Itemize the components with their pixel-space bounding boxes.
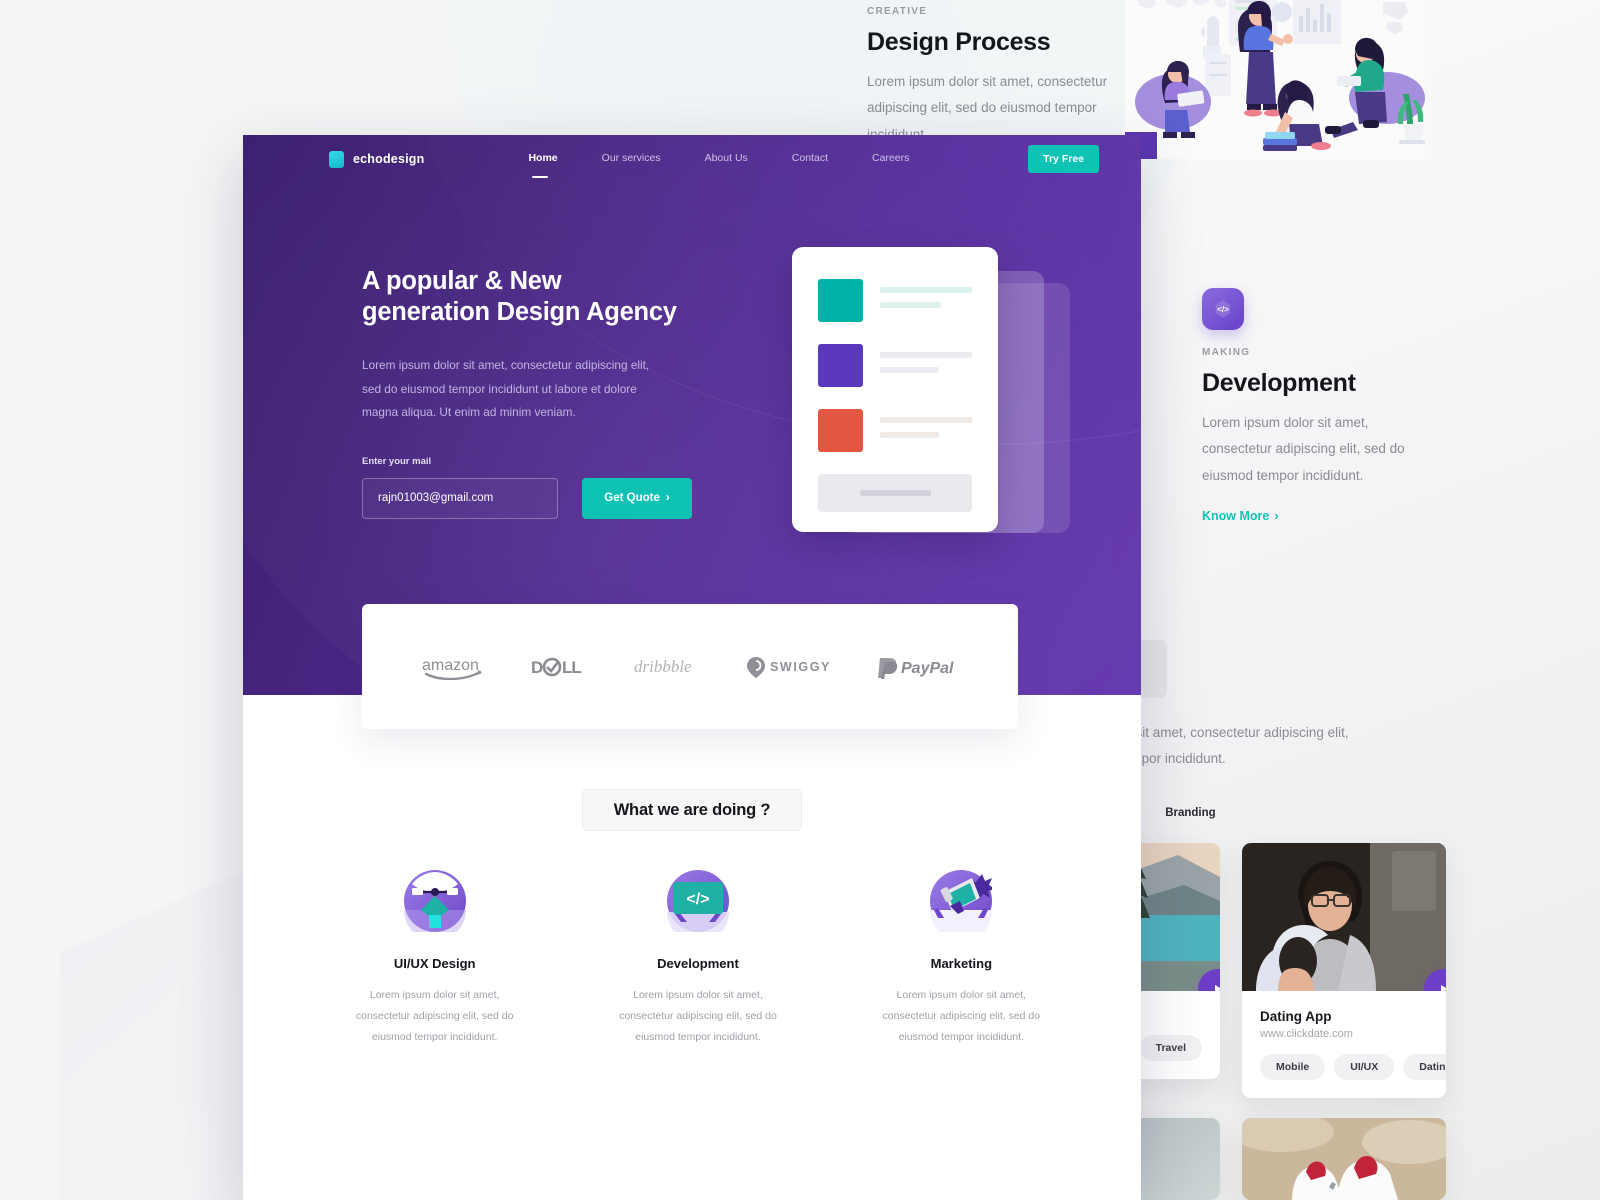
hero-card-swatch-teal <box>818 279 863 322</box>
hero-card-row <box>818 344 972 387</box>
mail-form: Get Quote › <box>362 477 692 519</box>
service-card-marketing[interactable]: Marketing Lorem ipsum dolor sit amet, co… <box>830 870 1093 1048</box>
hero-card-footer-bar <box>818 474 972 512</box>
logo-paypal: PayPal <box>876 655 960 679</box>
service-body: Lorem ipsum dolor sit amet, consectetur … <box>619 989 777 1043</box>
code-icon: </> <box>1202 288 1244 330</box>
foreground-page: echodesign Home Our services About Us Co… <box>243 135 1141 1200</box>
hero-copy: A popular & New generation Design Agency… <box>362 266 692 519</box>
development-block: </> MAKING Development Lorem ipsum dolor… <box>1202 288 1442 523</box>
nav-item-home[interactable]: Home <box>528 152 558 178</box>
project-url: www.clickdate.com <box>1260 1028 1353 1040</box>
service-body: Lorem ipsum dolor sit amet, consectetur … <box>882 989 1041 1043</box>
development-body: Lorem ipsum dolor sit amet, consectetur … <box>1202 415 1405 483</box>
project-photo-dating-app <box>1242 843 1446 991</box>
hero-card-row <box>818 279 972 322</box>
project-card-sneakers[interactable] <box>1242 1118 1446 1200</box>
service-title: Marketing <box>930 956 993 971</box>
project-card-dating-app[interactable]: Dating App www.clickdate.com Mobile UI/U… <box>1242 843 1446 1098</box>
svg-text:</>: </> <box>1217 305 1229 314</box>
svg-text:</>: </> <box>686 891 709 908</box>
hero-card-stack <box>792 247 1072 537</box>
svg-text:amazon: amazon <box>422 657 479 674</box>
development-eyebrow: MAKING <box>1202 347 1251 358</box>
hero-title: A popular & New generation Design Agency <box>362 266 692 327</box>
project-tag[interactable]: UI/UX <box>1334 1054 1395 1080</box>
project-tag[interactable]: Dating <box>1403 1054 1446 1080</box>
chevron-right-icon: › <box>665 492 670 505</box>
know-more-link[interactable]: Know More › <box>1202 509 1442 523</box>
design-process-title: Design Process <box>867 28 1051 56</box>
services-grid: UI/UX Design Lorem ipsum dolor sit amet,… <box>303 870 1093 1048</box>
tab-branding[interactable]: Branding <box>1165 807 1215 819</box>
hero-title-line1: A popular & New <box>362 267 562 295</box>
nav-item-about-us[interactable]: About Us <box>705 152 748 166</box>
design-process-block: CREATIVE Design Process Lorem ipsum dolo… <box>867 6 1127 148</box>
nav-item-our-services[interactable]: Our services <box>602 152 661 166</box>
svg-text:D: D <box>531 658 543 677</box>
try-free-button[interactable]: Try Free <box>1028 145 1099 173</box>
hero-body: Lorem ipsum dolor sit amet, consectetur … <box>362 358 650 420</box>
play-icon <box>1441 985 1446 991</box>
top-navigation: echodesign Home Our services About Us Co… <box>243 135 1141 183</box>
project-tags-dating-app: Mobile UI/UX Dating <box>1242 1054 1446 1098</box>
project-name: Dating App <box>1260 1009 1332 1024</box>
know-more-label: Know More <box>1202 508 1270 523</box>
nav-links: Home Our services About Us Contact Caree… <box>528 152 909 178</box>
mail-label: Enter your mail <box>362 455 432 467</box>
svg-text:LL: LL <box>562 658 581 677</box>
code-monitor-icon: </> <box>666 870 729 943</box>
chevron-right-icon: › <box>1274 508 1279 523</box>
svg-text:SWIGGY: SWIGGY <box>770 660 831 674</box>
service-title: UI/UX Design <box>393 956 476 971</box>
brand-name: echodesign <box>353 152 425 166</box>
get-quote-button[interactable]: Get Quote › <box>582 477 692 519</box>
team-collaboration-illustration <box>1125 0 1429 162</box>
logo-amazon: amazon <box>420 654 486 680</box>
hero-card-row <box>818 409 972 452</box>
logo-dell: D LL <box>531 656 589 678</box>
service-title: Development <box>657 956 739 971</box>
design-process-eyebrow: CREATIVE <box>867 6 928 17</box>
logo-dribbble: dribbble <box>633 655 701 679</box>
svg-text:PayPal: PayPal <box>901 660 954 677</box>
project-meta-dating-app: Dating App www.clickdate.com <box>1242 991 1446 1054</box>
logo-icon <box>329 150 344 168</box>
brand-logo[interactable]: echodesign <box>329 150 425 168</box>
nav-item-careers[interactable]: Careers <box>872 152 909 166</box>
get-quote-label: Get Quote <box>604 492 660 505</box>
hero-card-swatch-red <box>818 409 863 452</box>
partner-logos-card: amazon D LL dribbble SWIGGY PayPal <box>362 604 1018 729</box>
development-title: Development <box>1202 369 1356 397</box>
hero-card-swatch-purple <box>818 344 863 387</box>
service-card-development[interactable]: </> Development Lorem ipsum dolor sit am… <box>566 870 829 1048</box>
play-icon <box>1215 985 1220 991</box>
project-tag[interactable]: Mobile <box>1260 1054 1326 1080</box>
email-input[interactable] <box>362 477 559 519</box>
service-body: Lorem ipsum dolor sit amet, consectetur … <box>355 989 514 1043</box>
section-heading: What we are doing ? <box>582 789 802 831</box>
pen-nib-icon <box>403 870 466 941</box>
logo-swiggy: SWIGGY <box>746 655 831 679</box>
project-tag[interactable]: Travel <box>1139 1035 1202 1061</box>
hero-card-front <box>792 247 998 532</box>
megaphone-icon <box>930 870 996 941</box>
hero-title-line2: generation Design Agency <box>362 297 677 326</box>
project-photo-sneakers <box>1242 1118 1446 1200</box>
svg-text:dribbble: dribbble <box>634 657 692 676</box>
service-card-uiux[interactable]: UI/UX Design Lorem ipsum dolor sit amet,… <box>303 870 566 1048</box>
nav-item-contact[interactable]: Contact <box>792 152 828 166</box>
